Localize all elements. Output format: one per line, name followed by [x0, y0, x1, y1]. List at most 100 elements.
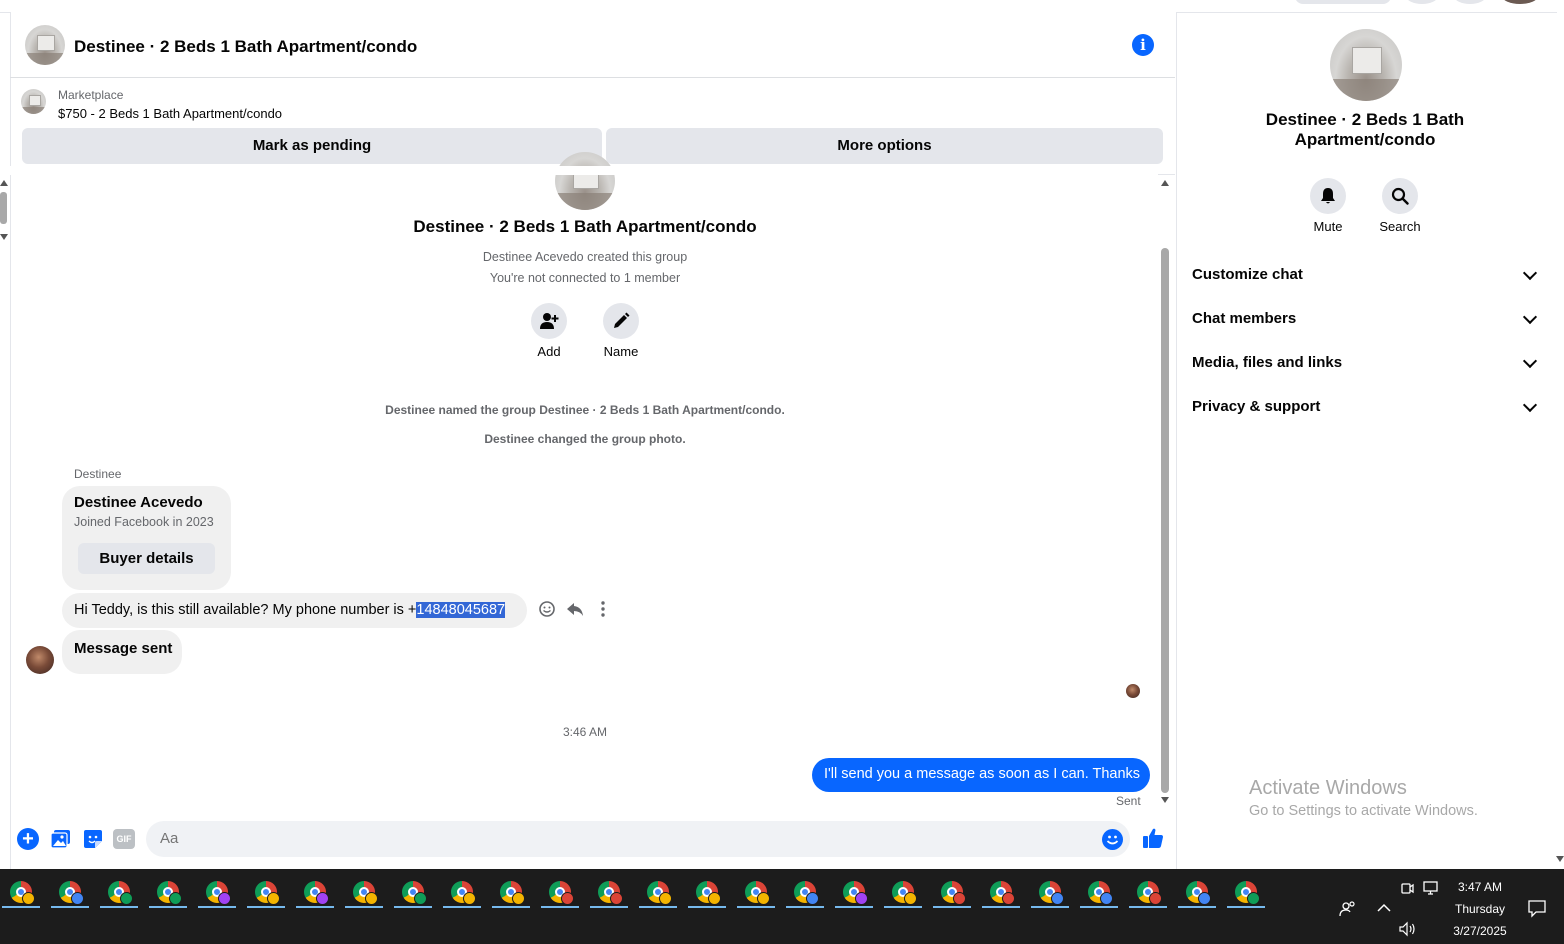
info-icon[interactable]: i: [1132, 34, 1154, 56]
customize-chat-row[interactable]: Customize chat: [1192, 266, 1303, 283]
chat-scroll-down[interactable]: [1161, 797, 1169, 803]
chrome-taskbar-icon[interactable]: [149, 878, 187, 912]
incoming-message-1[interactable]: Hi Teddy, is this still available? My ph…: [62, 593, 527, 628]
chat-scroll-thumb[interactable]: [1161, 248, 1169, 793]
system-message-named: Destinee named the group Destinee · 2 Be…: [385, 403, 785, 417]
people-icon[interactable]: [1339, 900, 1357, 921]
react-smiley-icon[interactable]: [538, 600, 556, 618]
chrome-taskbar-icon[interactable]: [590, 878, 628, 912]
sticker-icon[interactable]: [82, 828, 104, 850]
chrome-taskbar-icon[interactable]: [247, 878, 285, 912]
chat-scroll-up[interactable]: [1161, 180, 1169, 186]
activate-windows-title: Activate Windows: [1249, 777, 1407, 799]
chrome-taskbar-icon[interactable]: [51, 878, 89, 912]
reply-icon[interactable]: [566, 600, 584, 618]
mute-label: Mute: [1313, 219, 1343, 234]
marketplace-label: Marketplace: [58, 88, 124, 102]
search-label: Search: [1379, 219, 1421, 234]
top-profile-avatar[interactable]: [1502, 0, 1538, 4]
listing-price-title[interactable]: $750 - 2 Beds 1 Bath Apartment/condo: [58, 106, 282, 121]
mute-button[interactable]: [1310, 178, 1346, 214]
right-panel-group-photo[interactable]: [1330, 29, 1402, 101]
chrome-taskbar-icon[interactable]: [541, 878, 579, 912]
clock-date[interactable]: 3/27/2025: [1450, 924, 1510, 938]
message-text: Hi Teddy, is this still available? My ph…: [74, 602, 417, 618]
sender-avatar[interactable]: [26, 646, 54, 674]
chrome-taskbar-icon[interactable]: [737, 878, 775, 912]
chrome-taskbar-icon[interactable]: [198, 878, 236, 912]
clock-day[interactable]: Thursday: [1450, 902, 1510, 916]
chrome-taskbar-icon[interactable]: [835, 878, 873, 912]
chrome-taskbar-icon[interactable]: [492, 878, 530, 912]
add-member-button[interactable]: [531, 303, 567, 339]
chevron-up-icon[interactable]: [1376, 900, 1392, 919]
group-photo-large: [555, 152, 615, 210]
photo-icon[interactable]: [50, 828, 72, 850]
meet-now-icon[interactable]: [1399, 880, 1415, 899]
message-timestamp: 3:46 AM: [562, 725, 608, 739]
buyer-card: Destinee Acevedo Joined Facebook in 2023…: [62, 486, 231, 590]
message-composer[interactable]: [146, 821, 1130, 857]
chrome-taskbar-icon[interactable]: [1080, 878, 1118, 912]
page-scroll-thumb[interactable]: [0, 192, 7, 224]
clock-time[interactable]: 3:47 AM: [1450, 880, 1510, 894]
top-menu-button[interactable]: [1406, 0, 1438, 4]
notifications-icon[interactable]: [1527, 898, 1547, 921]
chrome-taskbar-icon[interactable]: [345, 878, 383, 912]
chevron-down-icon[interactable]: [1522, 309, 1538, 325]
name-label: Name: [603, 344, 639, 359]
more-actions-icon[interactable]: [598, 600, 608, 618]
chevron-down-icon[interactable]: [1522, 353, 1538, 369]
chrome-taskbar-icon[interactable]: [982, 878, 1020, 912]
chrome-taskbar-icon[interactable]: [1129, 878, 1167, 912]
chrome-taskbar-icon[interactable]: [884, 878, 922, 912]
group-photo[interactable]: [25, 25, 65, 65]
group-title: Destinee · 2 Beds 1 Bath Apartment/condo: [413, 217, 757, 236]
media-files-links-row[interactable]: Media, files and links: [1192, 354, 1342, 371]
chrome-taskbar-icon[interactable]: [2, 878, 40, 912]
chrome-taskbar-icon[interactable]: [933, 878, 971, 912]
privacy-support-row[interactable]: Privacy & support: [1192, 398, 1320, 415]
chrome-taskbar-icon[interactable]: [1227, 878, 1265, 912]
top-search-pill[interactable]: [1295, 0, 1391, 4]
plus-icon[interactable]: +: [17, 828, 39, 850]
chrome-taskbar-icon[interactable]: [443, 878, 481, 912]
chat-members-row[interactable]: Chat members: [1192, 310, 1296, 327]
chrome-taskbar-icon[interactable]: [786, 878, 824, 912]
rename-group-button[interactable]: [603, 303, 639, 339]
page-scroll-down[interactable]: [0, 234, 8, 240]
more-options-button[interactable]: More options: [606, 128, 1163, 164]
chrome-taskbar-icon[interactable]: [1178, 878, 1216, 912]
chat-title[interactable]: Destinee · 2 Beds 1 Bath Apartment/condo: [74, 37, 417, 57]
highlighted-phone-number[interactable]: 14848045687: [416, 602, 506, 618]
page-scroll-up[interactable]: [0, 180, 8, 186]
read-receipt-avatar: [1126, 684, 1140, 698]
emoji-icon[interactable]: [1102, 829, 1123, 850]
network-icon[interactable]: [1423, 880, 1441, 899]
listing-thumbnail[interactable]: [21, 89, 46, 114]
buyer-details-button[interactable]: Buyer details: [78, 543, 215, 574]
message-input[interactable]: [158, 829, 1062, 848]
chrome-taskbar-icon[interactable]: [1031, 878, 1069, 912]
incoming-message-2[interactable]: Message sent: [62, 630, 182, 674]
add-label: Add: [537, 344, 561, 359]
chat-header: Destinee · 2 Beds 1 Bath Apartment/condo…: [10, 13, 1175, 78]
chrome-taskbar-icon[interactable]: [100, 878, 138, 912]
chevron-down-icon[interactable]: [1522, 265, 1538, 281]
chevron-down-icon[interactable]: [1522, 397, 1538, 413]
like-thumbs-up-icon[interactable]: [1141, 826, 1165, 850]
chrome-taskbar-icon[interactable]: [639, 878, 677, 912]
chrome-taskbar-icon[interactable]: [688, 878, 726, 912]
sent-status: Sent: [1116, 794, 1141, 808]
gif-icon[interactable]: GIF: [113, 829, 135, 849]
top-messenger-button[interactable]: [1454, 0, 1486, 4]
search-button[interactable]: [1382, 178, 1418, 214]
chrome-taskbar-icon[interactable]: [394, 878, 432, 912]
mark-as-pending-button[interactable]: Mark as pending: [22, 128, 602, 164]
chrome-taskbar-icon[interactable]: [296, 878, 334, 912]
outgoing-message[interactable]: I'll send you a message as soon as I can…: [812, 758, 1150, 792]
volume-icon[interactable]: [1399, 921, 1417, 940]
right-panel-name-line2: Apartment/condo: [1294, 130, 1436, 149]
bell-icon: [1321, 188, 1335, 204]
page-scroll-down-right[interactable]: [1556, 856, 1564, 862]
